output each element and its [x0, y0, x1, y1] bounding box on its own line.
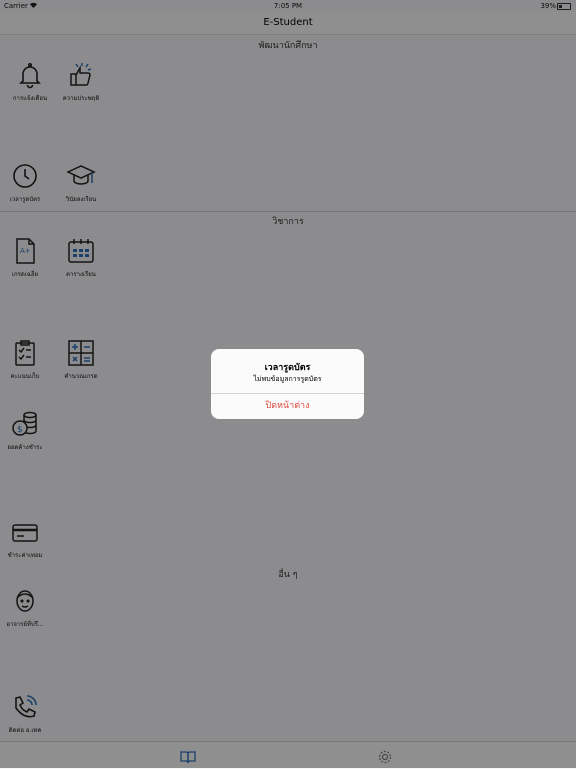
alert-message: ไม่พบข้อมูลการรูดบัตร — [253, 375, 322, 383]
close-window-button[interactable]: ปิดหน้าต่าง — [211, 394, 364, 419]
alert-dialog: เวลารูดบัตร ไม่พบข้อมูลการรูดบัตร ปิดหน้… — [211, 349, 364, 419]
alert-title: เวลารูดบัตร — [264, 363, 311, 373]
